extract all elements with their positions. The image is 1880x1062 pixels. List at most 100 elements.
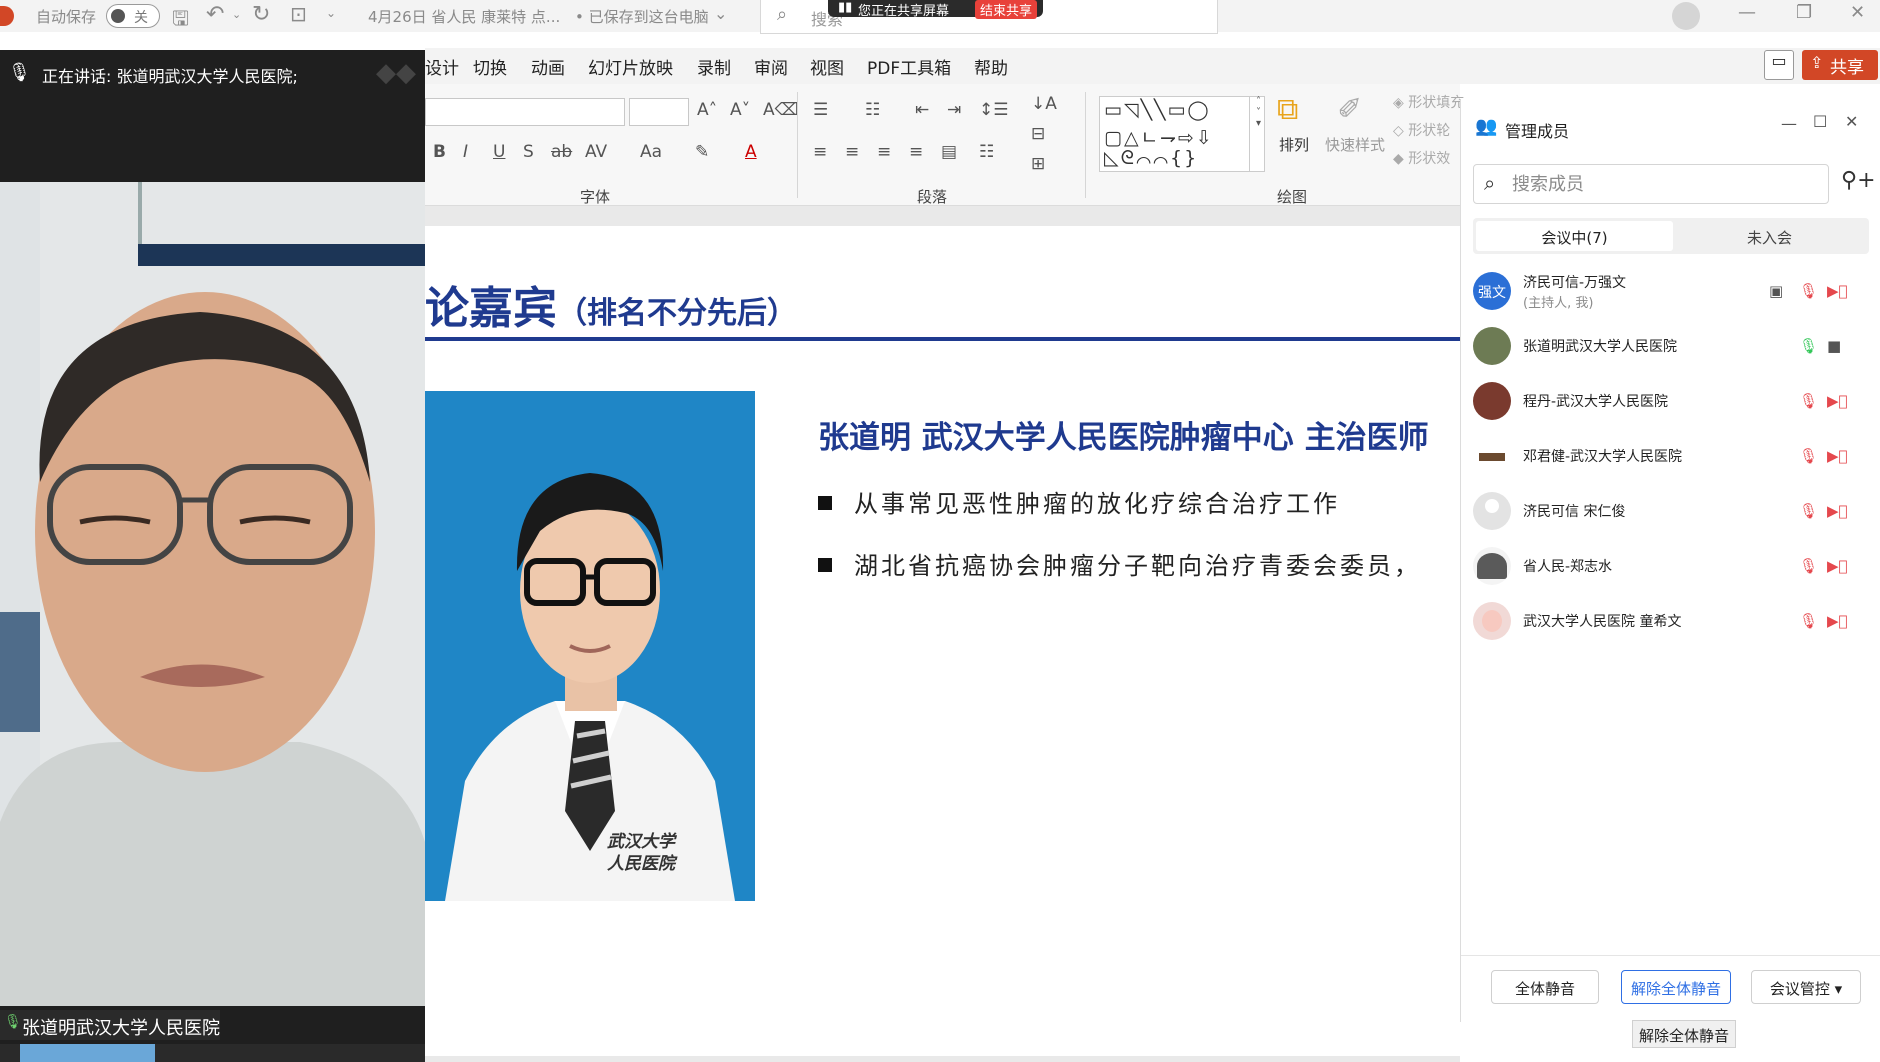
- mic-on-icon[interactable]: 🎙: [1799, 337, 1819, 357]
- tab-pdf-tools[interactable]: PDF工具箱: [867, 54, 951, 79]
- share-button[interactable]: ⇪ 共享: [1802, 50, 1878, 80]
- camera-off-icon[interactable]: ▶⃠: [1827, 502, 1848, 522]
- minimize-icon[interactable]: —: [1738, 2, 1756, 23]
- clear-format-icon[interactable]: A⌫: [763, 100, 799, 120]
- member-row[interactable]: 邓君健-武汉大学人民医院 🎙 ▶⃠: [1461, 429, 1880, 484]
- tab-transitions[interactable]: 切换: [473, 54, 507, 79]
- change-case-icon[interactable]: Aa: [640, 142, 662, 162]
- align-text-icon[interactable]: ⊟: [1031, 124, 1045, 144]
- member-row[interactable]: 程丹-武汉大学人民医院 🎙 ▶⃠: [1461, 374, 1880, 429]
- tab-view[interactable]: 视图: [810, 54, 844, 79]
- member-row[interactable]: 济民可信 宋仁俊 🎙 ▶⃠: [1461, 484, 1880, 539]
- char-spacing-icon[interactable]: AV: [585, 142, 607, 162]
- member-search-input[interactable]: [1512, 171, 1812, 197]
- quick-styles-icon[interactable]: ✐: [1337, 92, 1362, 127]
- mic-muted-icon[interactable]: 🎙: [1799, 282, 1819, 302]
- columns-icon[interactable]: ☷: [979, 142, 994, 162]
- save-status-chevron-icon[interactable]: ⌄: [714, 4, 727, 23]
- end-share-button[interactable]: 结束共享: [974, 0, 1037, 19]
- camera-on-icon[interactable]: ■: [1827, 337, 1847, 357]
- shadow-icon[interactable]: S: [523, 142, 534, 162]
- distributed-icon[interactable]: ▤: [941, 142, 957, 162]
- member-row[interactable]: 武汉大学人民医院 童希文 🎙 ▶⃠: [1461, 594, 1880, 649]
- mic-muted-icon[interactable]: 🎙: [1799, 447, 1819, 467]
- shapes-gallery[interactable]: ▭◹╲╲▭◯ ▢△ㄴ⇁⇨⇩ ◺ᘓ⌒⌒{}: [1099, 96, 1265, 172]
- mic-muted-icon[interactable]: 🎙: [1799, 557, 1819, 577]
- mic-muted-icon[interactable]: 🎙: [1799, 612, 1819, 632]
- bold-icon[interactable]: B: [433, 142, 446, 162]
- italic-icon[interactable]: I: [463, 142, 468, 162]
- member-row[interactable]: 省人民-郑志水 🎙 ▶⃠: [1461, 539, 1880, 594]
- close-icon[interactable]: ✕: [1850, 2, 1865, 23]
- tab-record[interactable]: 录制: [697, 54, 731, 79]
- slide-thumbnail[interactable]: [20, 1044, 155, 1062]
- redo-icon[interactable]: ↻: [252, 2, 270, 27]
- autosave-toggle[interactable]: 关: [106, 4, 160, 28]
- grow-font-icon[interactable]: A˄: [697, 100, 717, 120]
- camera-off-icon[interactable]: ▶⃠: [1827, 392, 1848, 412]
- present-icon[interactable]: ⊡: [290, 2, 307, 26]
- tab-help[interactable]: 帮助: [974, 54, 1008, 79]
- undo-dropdown-icon[interactable]: ⌄: [232, 8, 241, 21]
- arrange-icon[interactable]: ⧉: [1277, 92, 1298, 127]
- video-layout-icon[interactable]: ◆◆: [376, 58, 416, 88]
- line-spacing-icon[interactable]: ↕☰: [979, 100, 1008, 120]
- smartart-icon[interactable]: ⊞: [1031, 154, 1045, 174]
- comments-icon[interactable]: ▭: [1764, 50, 1794, 80]
- shrink-font-icon[interactable]: A˅: [730, 100, 750, 120]
- numbering-icon[interactable]: ☷: [865, 100, 880, 120]
- member-row[interactable]: 强文 济民可信-万强文 (主持人, 我) ▣ 🎙 ▶⃠: [1461, 264, 1880, 319]
- bullets-icon[interactable]: ☰: [813, 100, 828, 120]
- customize-toolbar-icon[interactable]: ⌄: [326, 6, 336, 20]
- bullet-2: 湖北省抗癌协会肿瘤分子靶向治疗青委会委员，: [818, 546, 1421, 581]
- strikethrough-icon[interactable]: ab: [551, 142, 572, 162]
- shapes-scroll-icon[interactable]: ˄ ˅ ▾: [1249, 96, 1267, 172]
- font-size-select[interactable]: [629, 98, 689, 126]
- tab-design[interactable]: 设计: [425, 54, 459, 79]
- shape-fill-button[interactable]: ◈ 形状填充: [1393, 92, 1464, 112]
- tab-not-joined[interactable]: 未入会: [1671, 221, 1868, 251]
- arrange-label[interactable]: 排列: [1279, 134, 1309, 155]
- unmute-all-button[interactable]: 解除全体静音: [1621, 970, 1731, 1004]
- camera-off-icon[interactable]: ▶⃠: [1827, 447, 1848, 467]
- save-status[interactable]: • 已保存到这台电脑: [575, 6, 709, 27]
- decrease-indent-icon[interactable]: ⇤: [915, 100, 929, 120]
- restore-icon[interactable]: ❐: [1796, 2, 1812, 23]
- font-color-icon[interactable]: A: [745, 142, 757, 162]
- mic-muted-icon[interactable]: 🎙: [1799, 502, 1819, 522]
- underline-icon[interactable]: U: [493, 142, 505, 162]
- member-row[interactable]: 张道明武汉大学人民医院 🎙 ■: [1461, 319, 1880, 374]
- tab-in-meeting[interactable]: 会议中(7): [1476, 221, 1673, 251]
- panel-close-icon[interactable]: ✕: [1845, 112, 1858, 131]
- invite-member-icon[interactable]: ⚲+: [1841, 168, 1876, 193]
- shape-outline-button[interactable]: ◇ 形状轮: [1393, 120, 1450, 140]
- increase-indent-icon[interactable]: ⇥: [947, 100, 961, 120]
- align-right-icon[interactable]: ≡: [877, 142, 891, 162]
- save-icon[interactable]: 🖫: [172, 4, 189, 38]
- font-name-select[interactable]: [425, 98, 625, 126]
- quick-styles-label[interactable]: 快速样式: [1325, 134, 1385, 155]
- camera-off-icon[interactable]: ▶⃠: [1827, 557, 1848, 577]
- account-avatar-icon[interactable]: [1672, 2, 1700, 30]
- undo-icon[interactable]: ↶: [206, 2, 224, 27]
- mute-all-button[interactable]: 全体静音: [1491, 970, 1599, 1004]
- document-title[interactable]: 4月26日 省人民 康莱特 点...: [368, 6, 560, 27]
- align-left-icon[interactable]: ≡: [813, 142, 827, 162]
- meeting-control-button[interactable]: 会议管控 ▾: [1751, 970, 1861, 1004]
- camera-off-icon[interactable]: ▶⃠: [1827, 612, 1848, 632]
- slide[interactable]: 论嘉宾（排名不分先后） 武汉大学 人民医院 张道明 武汉大学人民医院肿瘤中心 主…: [425, 226, 1460, 1056]
- highlight-icon[interactable]: ✎: [695, 142, 709, 162]
- camera-off-icon[interactable]: ▶⃠: [1827, 282, 1848, 302]
- tab-animations[interactable]: 动画: [531, 54, 565, 79]
- justify-icon[interactable]: ≡: [909, 142, 923, 162]
- panel-maximize-icon[interactable]: ☐: [1813, 112, 1827, 131]
- align-center-icon[interactable]: ≡: [845, 142, 859, 162]
- video-panel[interactable]: 🎙 正在讲话: 张道明武汉大学人民医院; ◆◆ 🎙 张道明武汉大学人民医院: [0, 50, 425, 1044]
- panel-minimize-icon[interactable]: —: [1781, 114, 1797, 133]
- mic-muted-icon[interactable]: 🎙: [1799, 392, 1819, 412]
- tab-slideshow[interactable]: 幻灯片放映: [588, 54, 673, 79]
- text-direction-icon[interactable]: ↓A: [1031, 94, 1057, 114]
- tab-review[interactable]: 审阅: [754, 54, 788, 79]
- shape-effect-button[interactable]: ◆ 形状效: [1393, 148, 1450, 168]
- member-search[interactable]: ⌕: [1473, 164, 1829, 204]
